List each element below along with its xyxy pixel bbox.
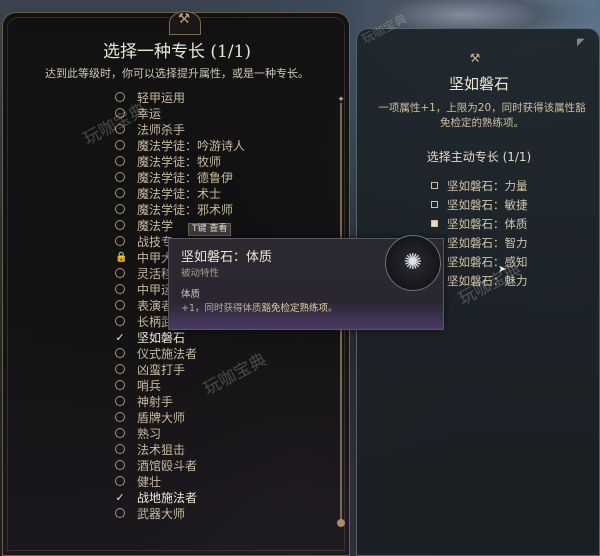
radio-icon — [115, 268, 125, 278]
ability-option[interactable]: 坚如磐石：力量 — [431, 176, 528, 195]
checkbox-icon — [431, 220, 438, 227]
feat-item-label: 魔法学徒：德鲁伊 — [137, 170, 234, 185]
feat-item-label: 熟习 — [137, 426, 162, 441]
panel-title: 选择一种专长 (1/1) — [102, 42, 252, 62]
radio-icon — [115, 156, 125, 166]
feat-item-label: 哨兵 — [137, 378, 162, 393]
feat-item-label: 法术狙击 — [137, 442, 186, 457]
feat-item-label: 凶蛮打手 — [137, 362, 186, 377]
feat-item[interactable]: ✓ 坚如磐石 — [115, 329, 315, 345]
feat-item[interactable]: 轻甲运用 — [115, 89, 315, 105]
lock-icon: 🔒 — [115, 251, 128, 263]
feat-item[interactable]: ✓ 战地施法者 — [115, 489, 315, 505]
tooltip-section: 体质 — [181, 289, 201, 300]
checkbox-icon — [431, 182, 438, 189]
feat-item-label: 健壮 — [137, 474, 162, 489]
tooltip-body: +1，同时获得体质豁免检定熟练项。 — [181, 300, 338, 314]
tooltip-body-prefix: +1，同时获得体质 — [181, 303, 262, 314]
constitution-medallion-icon: ✺ — [385, 235, 441, 291]
feat-item[interactable]: 酒馆殴斗者 — [115, 457, 315, 473]
feat-item[interactable]: 魔法学徒：吟游诗人 — [115, 137, 315, 153]
checkbox-icon — [431, 201, 438, 208]
feat-item-label: 轻甲运用 — [137, 90, 186, 105]
radio-icon — [115, 508, 125, 518]
tooltip-body-suffix: 。 — [328, 303, 338, 314]
feat-item[interactable]: 魔法学徒：邪术师 — [115, 201, 315, 217]
feat-item[interactable]: 熟习 — [115, 425, 315, 441]
feat-item-label: 魔法学徒：邪术师 — [137, 202, 234, 217]
ability-option-label: 坚如磐石：敏捷 — [447, 197, 528, 212]
radio-icon — [115, 316, 125, 326]
check-icon: ✓ — [115, 490, 125, 504]
feat-item[interactable]: 魔法学徒：术士 — [115, 185, 315, 201]
feat-item-label: 坚如磐石 — [137, 330, 186, 345]
panel-subtitle: 达到此等级时，你可以选择提升属性，或是一种专长。 — [45, 67, 309, 80]
inspect-hint: T键 查看 — [188, 223, 232, 236]
radio-icon — [115, 364, 125, 374]
tooltip-title: 坚如磐石：体质 — [181, 250, 273, 265]
feat-item-label: 魔法学徒：术士 — [137, 186, 222, 201]
ability-option-label: 坚如磐石：力量 — [447, 178, 528, 193]
radio-icon — [115, 140, 125, 150]
feat-title: 坚如磐石 — [448, 75, 509, 93]
feat-item[interactable]: 武器大师 — [115, 505, 315, 521]
radio-icon — [115, 220, 125, 230]
radio-icon — [115, 396, 125, 406]
feat-item[interactable]: 盾牌大师 — [115, 409, 315, 425]
radio-icon — [115, 380, 125, 390]
choose-ability-label: 选择主动专长 (1/1) — [426, 150, 532, 164]
check-icon: ✓ — [115, 330, 125, 344]
feat-item-label: 盾牌大师 — [137, 410, 186, 425]
feat-item-label: 魔法学徒：牧师 — [137, 154, 222, 169]
radio-icon — [115, 412, 125, 422]
radio-icon — [115, 428, 125, 438]
feat-item-label: 法师杀手 — [137, 122, 186, 137]
feat-item-label: 神射手 — [137, 394, 174, 409]
feat-description: 一项属性+1，上限为20，同时获得该属性豁免检定的熟练项。 — [378, 102, 586, 129]
feat-item-label: 仪式施法者 — [137, 346, 198, 361]
radio-icon — [115, 204, 125, 214]
feat-item-label: 战地施法者 — [137, 490, 198, 505]
ability-option[interactable]: 坚如磐石：智力 — [431, 233, 528, 252]
crest-icon: ⚒ — [165, 5, 203, 35]
hammer-icon: ⚒ — [469, 51, 481, 65]
feat-item-label: 魔法学 — [137, 218, 174, 233]
radio-icon — [115, 444, 125, 454]
ability-option[interactable]: 坚如磐石：敏捷 — [431, 195, 528, 214]
tooltip-type: 被动特性 — [181, 268, 220, 279]
feat-item-label: 魔法学徒：吟游诗人 — [137, 138, 246, 153]
radio-icon — [115, 236, 125, 246]
feat-item[interactable]: 法师杀手 — [115, 121, 315, 137]
radio-icon — [115, 92, 125, 102]
radio-icon — [115, 348, 125, 358]
radio-icon — [115, 284, 125, 294]
feat-item[interactable]: 仪式施法者 — [115, 345, 315, 361]
feat-item[interactable]: 魔法学徒：牧师 — [115, 153, 315, 169]
radio-icon — [115, 188, 125, 198]
radio-icon — [115, 300, 125, 310]
feat-item[interactable]: 法术狙击 — [115, 441, 315, 457]
feat-item[interactable]: 魔法学徒：德鲁伊 — [115, 169, 315, 185]
corner-ornament-icon: ◤ — [577, 37, 585, 48]
feat-item-label: 武器大师 — [137, 506, 186, 521]
ability-option[interactable]: 坚如磐石：体质 — [431, 214, 528, 233]
radio-icon — [115, 460, 125, 470]
feat-item[interactable]: 健壮 — [115, 473, 315, 489]
scroll-thumb[interactable] — [337, 519, 345, 527]
radio-icon — [115, 172, 125, 182]
feat-item-label: 酒馆殴斗者 — [137, 458, 198, 473]
radio-icon — [115, 476, 125, 486]
ability-option-label: 坚如磐石：体质 — [447, 216, 528, 231]
ability-option-label: 坚如磐石：智力 — [447, 235, 528, 250]
tooltip-body-highlight: 豁免检定熟练项 — [261, 303, 329, 314]
